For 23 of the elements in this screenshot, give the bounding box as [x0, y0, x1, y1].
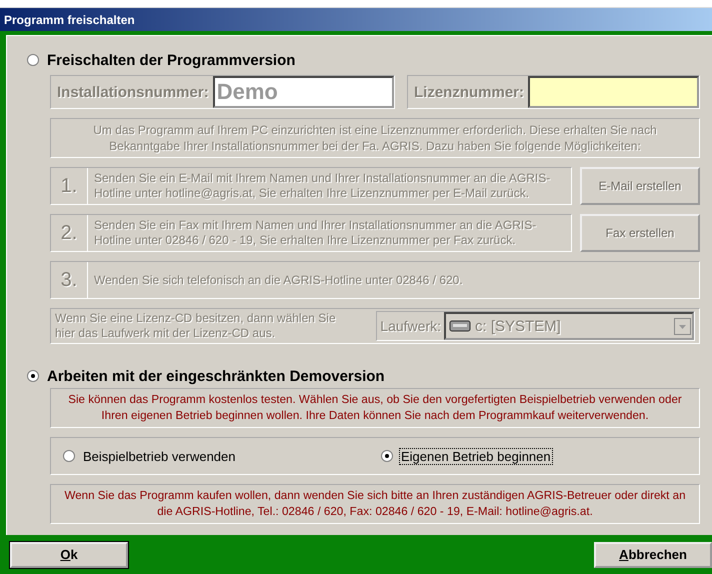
radio-label[interactable]: Eigenen Betrieb beginnen — [399, 448, 553, 464]
info-text: Sie können das Programm kostenlos testen. Wählen Sie aus, ob Sie den vorgefertigten Beispielbetrieb verwenden oder Ihren eigenen Betrieb beginnen wollen. Ihre Daten können Sie nach dem Programmkauf weiterverwenden. — [50, 388, 700, 428]
field-label: Lizenznummer: — [414, 84, 526, 100]
dialog-button[interactable]: Abbrechen — [594, 542, 712, 568]
step-text: Senden Sie ein E-Mail mit Ihrem Namen und Ihrer Installationsnummer an die AGRIS-Hotline unter hotline@agris.at, Sie erhalten Ihre Lizenznummer per E-Mail zurück. — [93, 170, 552, 202]
step-text: Senden Sie ein Fax mit Ihrem Namen und Ihrer Installationsnummer an die AGRIS-Hotline unter 02846 / 620 - 19, Sie erhalten Ihre Lizenznummer per Fax zurück. — [93, 217, 538, 249]
drive-label: Laufwerk: — [379, 318, 442, 334]
radio-label[interactable]: Beispielbetrieb verwenden — [81, 448, 238, 464]
step-text: Wenden Sie sich telefonisch an die AGRIS-Hotline unter 02846 / 620. — [93, 272, 464, 288]
radio-button[interactable] — [63, 450, 75, 462]
radio-button[interactable] — [27, 370, 39, 382]
step-number: 2. — [51, 215, 88, 251]
window-title: Programm freischalten — [4, 12, 135, 26]
cd-text: Wenn Sie eine Lizenz-CD besitzen, dann wählen Sie hier das Laufwerk mit der Lizenz-CD aus. — [55, 311, 337, 341]
drive-icon — [449, 320, 471, 332]
step-number: 1. — [51, 168, 88, 204]
section-radio-label[interactable]: Arbeiten mit der eingeschränkten Demoversion — [47, 368, 385, 384]
step-number: 3. — [51, 262, 88, 298]
field-label: Installationsnummer: — [57, 84, 210, 100]
info-text: Um das Programm auf Ihrem PC einzurichten ist eine Lizenznummer erforderlich. Diese erhalten Sie nach Bekanntgabe Ihrer Installationsnummer bei der Fa. AGRIS. Dazu haben Sie folgende Möglichkeiten: — [50, 118, 700, 158]
radio-button[interactable] — [381, 450, 393, 462]
dialog-button[interactable]: Ok — [10, 542, 128, 568]
notice-text: Wenn Sie das Programm kaufen wollen, dann wenden Sie sich bitte an Ihren zuständigen AGRIS-Betreuer oder direkt an die AGRIS-Hotline, Tel.: 02846 / 620, Fax: 02846 / 620 - 19, E-Mail: hotline@agris.at. — [50, 484, 700, 524]
